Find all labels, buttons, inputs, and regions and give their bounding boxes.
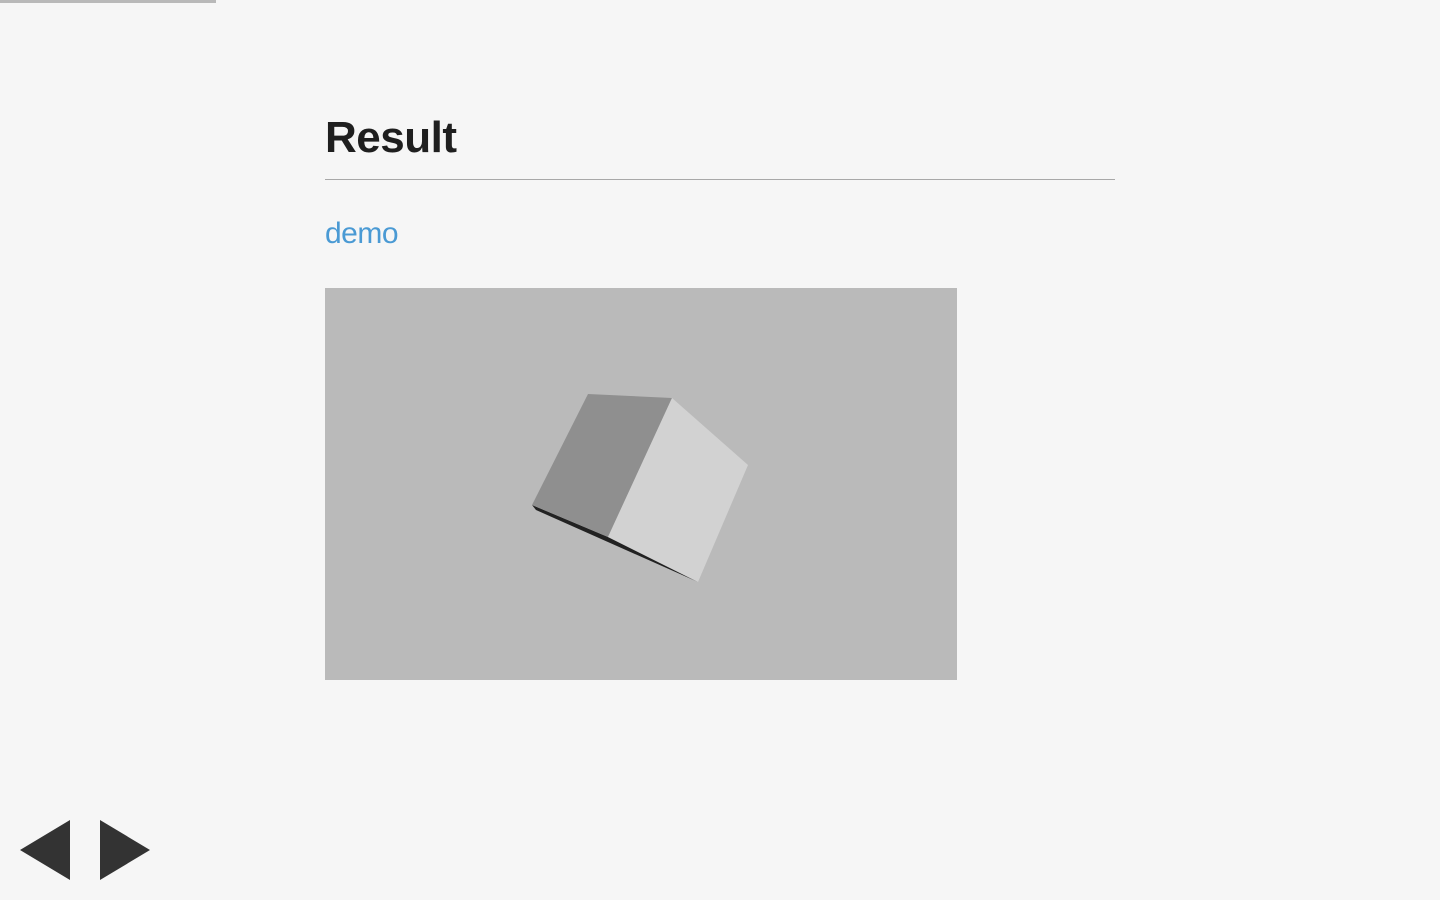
title-divider xyxy=(325,179,1115,180)
triangle-right-icon xyxy=(100,820,150,880)
slide-navigation xyxy=(20,820,150,880)
cube-render xyxy=(532,394,748,582)
slide-title: Result xyxy=(325,113,457,162)
triangle-left-icon xyxy=(20,820,70,880)
demo-viewport[interactable] xyxy=(325,288,957,680)
next-slide-button[interactable] xyxy=(100,820,150,880)
progress-bar-fill xyxy=(0,0,216,3)
presentation-page: Result demo xyxy=(0,0,1440,900)
previous-slide-button[interactable] xyxy=(20,820,70,880)
progress-bar xyxy=(0,0,1440,3)
demo-link[interactable]: demo xyxy=(325,214,399,254)
